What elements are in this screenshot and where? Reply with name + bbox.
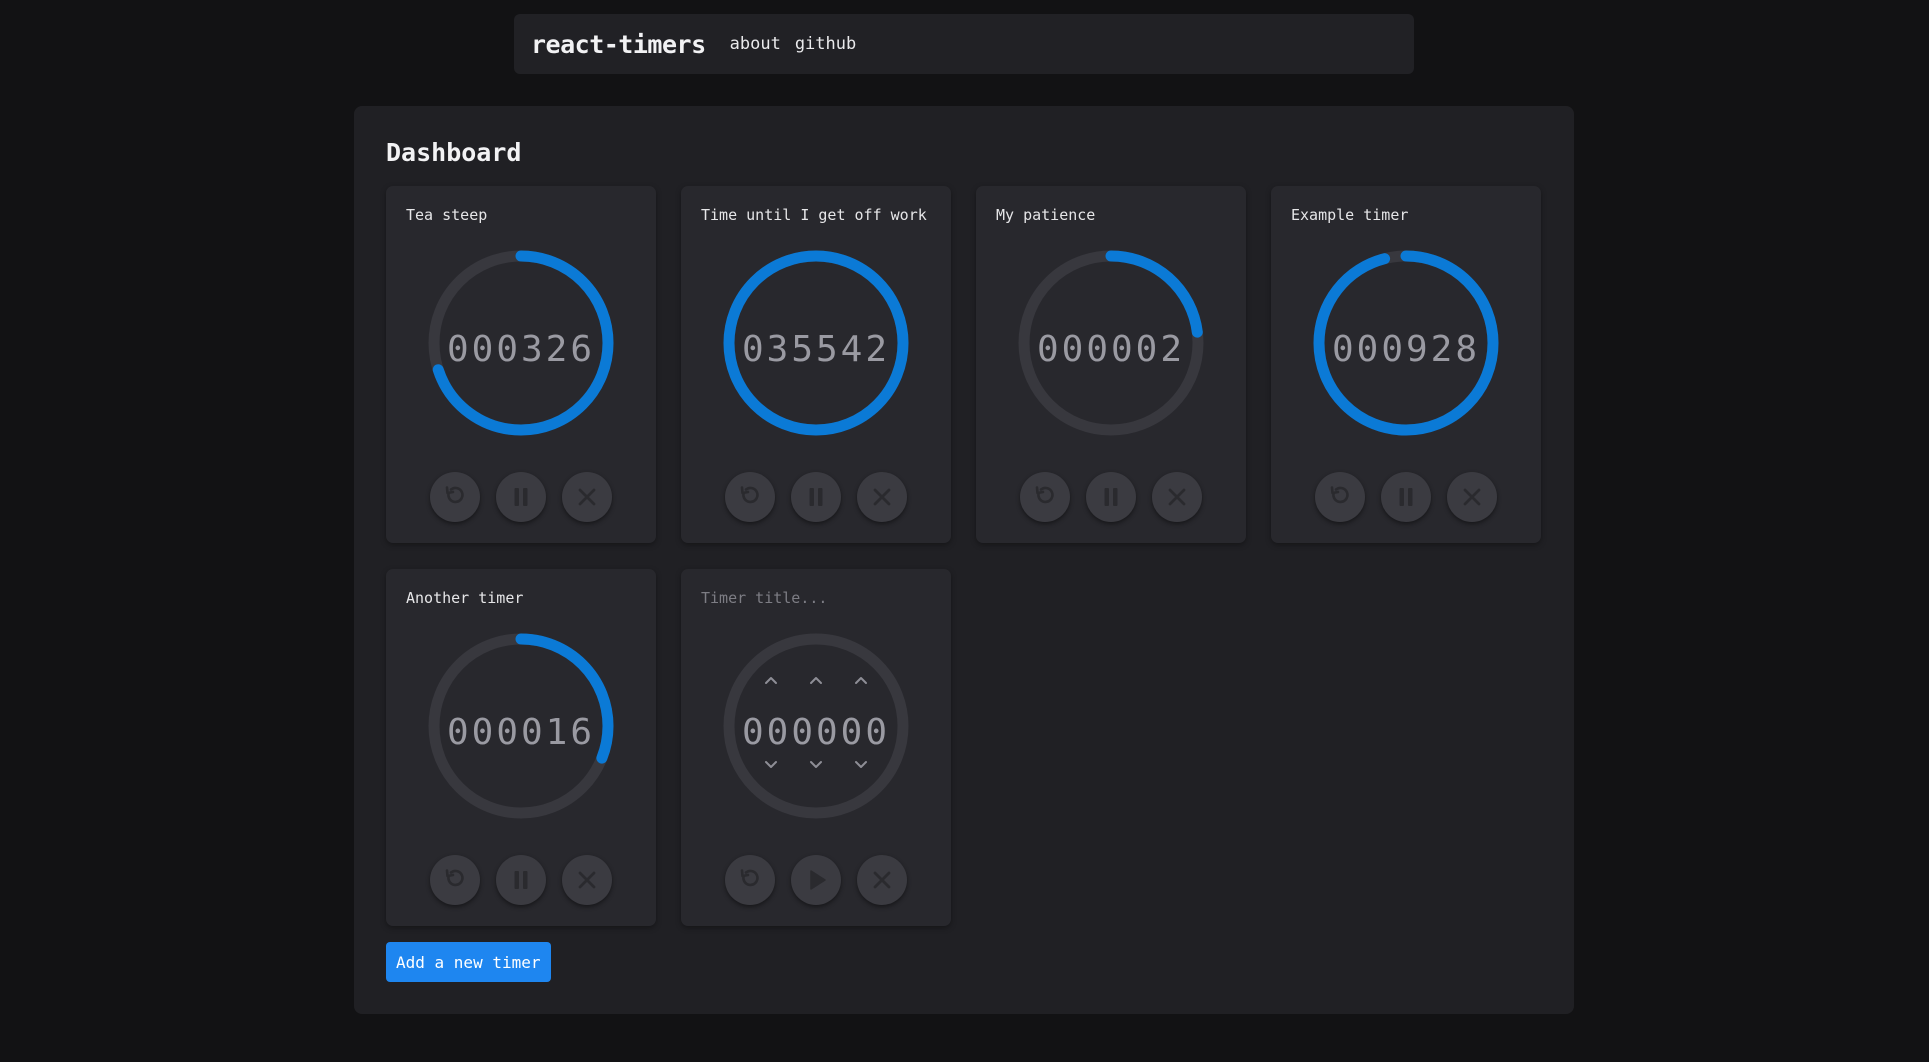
delete-timer-button[interactable] — [562, 472, 612, 522]
decrement-hours-button[interactable] — [763, 759, 779, 771]
timer-card: Time until I get off work 035542 — [681, 186, 951, 543]
delete-timer-button[interactable] — [562, 855, 612, 905]
decrement-seconds-button[interactable] — [853, 759, 869, 771]
timer-title-input[interactable]: Timer title... — [701, 589, 827, 607]
timer-controls — [976, 472, 1246, 522]
pause-button[interactable] — [1086, 472, 1136, 522]
decrement-arrows — [681, 759, 951, 771]
page-title: Dashboard — [386, 138, 522, 167]
reset-button[interactable] — [430, 855, 480, 905]
new-timer-digits[interactable]: 000000 — [681, 715, 951, 751]
pause-icon — [514, 488, 528, 506]
pause-button[interactable] — [1381, 472, 1431, 522]
navbar: react-timers about github — [514, 14, 1414, 74]
reset-icon — [1035, 486, 1054, 504]
decrement-minutes-button[interactable] — [808, 759, 824, 771]
pause-icon — [1104, 488, 1118, 506]
pause-button[interactable] — [791, 472, 841, 522]
reset-icon — [1330, 486, 1349, 504]
close-icon — [873, 871, 891, 889]
close-icon — [873, 488, 891, 506]
pause-button[interactable] — [496, 472, 546, 522]
start-button[interactable] — [791, 855, 841, 905]
reset-button[interactable] — [725, 855, 775, 905]
timer-digits: 000928 — [1331, 329, 1481, 370]
timer-controls — [386, 472, 656, 522]
timer-digits: 000016 — [446, 712, 596, 753]
nav-link-github[interactable]: github — [795, 34, 856, 54]
pause-icon — [809, 488, 823, 506]
close-icon — [578, 871, 596, 889]
timer-digits: 000326 — [446, 329, 596, 370]
increment-arrows — [681, 674, 951, 686]
timer-title[interactable]: Another timer — [406, 589, 523, 607]
timer-title[interactable]: Time until I get off work — [701, 206, 927, 224]
reset-icon — [445, 869, 464, 887]
timer-title[interactable]: My patience — [996, 206, 1095, 224]
delete-timer-button[interactable] — [857, 855, 907, 905]
timer-card: Another timer 000016 — [386, 569, 656, 926]
reset-button[interactable] — [430, 472, 480, 522]
increment-hours-button[interactable] — [763, 674, 779, 686]
increment-minutes-button[interactable] — [808, 674, 824, 686]
reset-button[interactable] — [725, 472, 775, 522]
timer-title[interactable]: Example timer — [1291, 206, 1408, 224]
timer-title[interactable]: Tea steep — [406, 206, 487, 224]
pause-button[interactable] — [496, 855, 546, 905]
delete-timer-button[interactable] — [1447, 472, 1497, 522]
timer-card: My patience 000002 — [976, 186, 1246, 543]
timer-card: Tea steep 000326 — [386, 186, 656, 543]
delete-timer-button[interactable] — [857, 472, 907, 522]
timer-controls — [681, 855, 951, 905]
close-icon — [1463, 488, 1481, 506]
timer-controls — [386, 855, 656, 905]
reset-button[interactable] — [1315, 472, 1365, 522]
reset-button[interactable] — [1020, 472, 1070, 522]
increment-seconds-button[interactable] — [853, 674, 869, 686]
new-timer-card: Timer title... 000000 — [681, 569, 951, 926]
timer-card: Example timer 000928 — [1271, 186, 1541, 543]
close-icon — [578, 488, 596, 506]
delete-timer-button[interactable] — [1152, 472, 1202, 522]
add-timer-button[interactable]: Add a new timer — [386, 942, 551, 982]
pause-icon — [514, 871, 528, 889]
close-icon — [1168, 488, 1186, 506]
reset-icon — [445, 486, 464, 504]
reset-icon — [740, 869, 759, 887]
reset-icon — [740, 486, 759, 504]
nav-link-about[interactable]: about — [730, 34, 781, 54]
dashboard-panel: Dashboard Tea steep 000326 Time until I ge… — [354, 106, 1574, 1014]
brand-logo[interactable]: react-timers — [531, 30, 706, 59]
timer-digits: 000002 — [1036, 329, 1186, 370]
play-icon — [810, 870, 826, 890]
timer-controls — [681, 472, 951, 522]
timer-controls — [1271, 472, 1541, 522]
timer-digits: 035542 — [741, 329, 891, 370]
pause-icon — [1399, 488, 1413, 506]
